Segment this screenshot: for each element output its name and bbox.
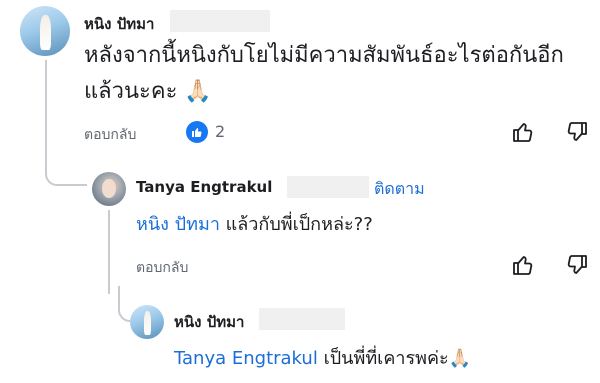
like-reaction-icon[interactable] [186,121,208,143]
redacted-name [170,10,270,32]
mention-link[interactable]: หนิง ปัทมา [136,214,220,235]
avatar[interactable] [92,172,126,206]
reply-button[interactable]: ตอบกลับ [84,124,136,146]
mention-link[interactable]: Tanya Engtrakul [174,348,318,369]
reply-author[interactable]: หนิง ปัทมา [174,310,244,334]
avatar[interactable] [130,305,164,339]
thumbs-up-icon[interactable] [511,253,535,277]
thumbs-down-icon[interactable] [565,253,589,277]
thread-connector [118,286,130,322]
thumbs-up-icon[interactable] [511,120,535,144]
redacted-name [287,176,369,198]
thread-connector [45,60,87,186]
reply-author[interactable]: Tanya Engtrakul [136,178,272,196]
follow-button[interactable]: ติดตาม [374,177,425,202]
comment-text-line2: แล้วนะคะ 🙏🏻 [84,79,212,104]
reply-text: Tanya Engtrakul เป็นพี่ที่เคารพค่ะ🙏🏻 [174,348,472,369]
redacted-name [259,308,345,330]
avatar[interactable] [20,6,70,56]
comment-text-line1: หลังจากนี้หนิงกับโยไม่มีความสัมพันธ์อะไร… [84,43,564,68]
like-count[interactable]: 2 [215,122,225,141]
thumbs-down-icon[interactable] [565,120,589,144]
reply-text: หนิง ปัทมา แล้วกับพี่เป็กหล่ะ?? [136,214,373,235]
reply-button[interactable]: ตอบกลับ [136,257,188,279]
comment-author[interactable]: หนิง ปัทมา [84,12,154,36]
thread-line [108,210,110,294]
